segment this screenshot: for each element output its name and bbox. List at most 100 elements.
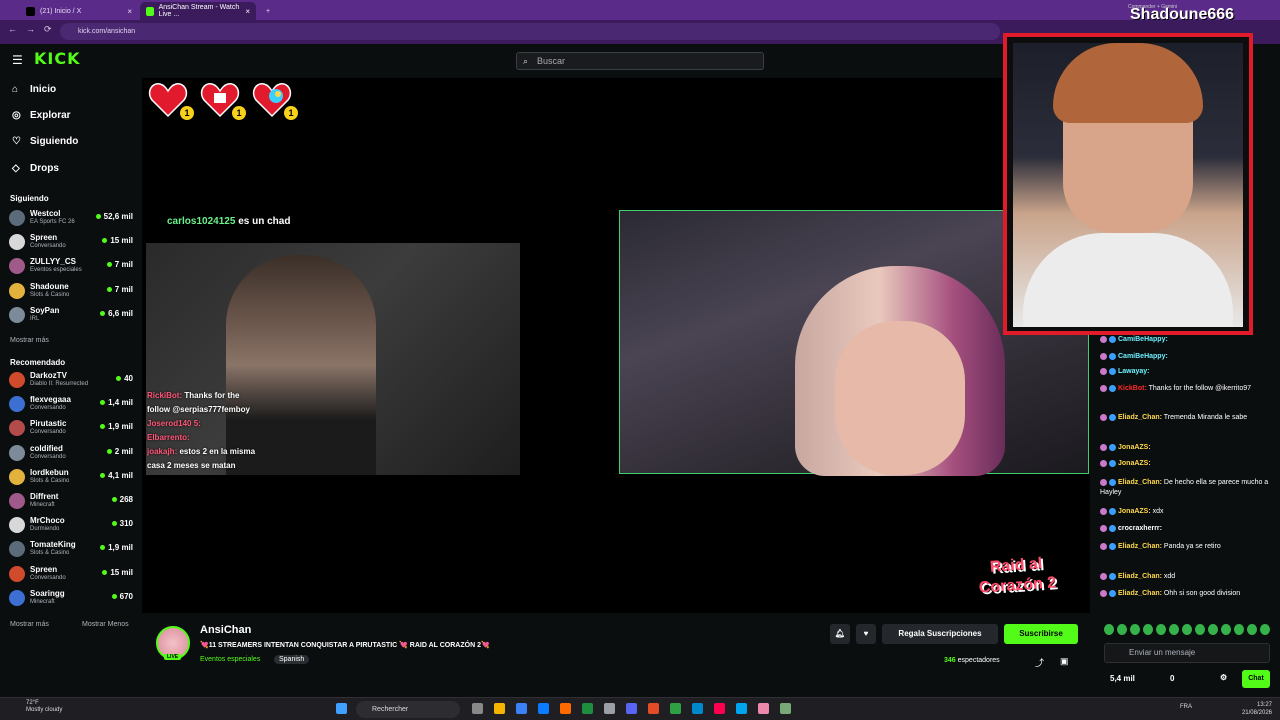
sidebar-channel[interactable]: MrChoco Durmiendo 310 bbox=[9, 515, 133, 537]
taskbar-app-icon[interactable] bbox=[648, 703, 659, 714]
emote-icon[interactable] bbox=[1117, 624, 1127, 635]
language-indicator[interactable]: FRA bbox=[1180, 704, 1192, 710]
chat-input[interactable]: Enviar un mensaje bbox=[1104, 643, 1270, 663]
emote-icon[interactable] bbox=[1143, 624, 1153, 635]
send-chat-button[interactable]: Chat bbox=[1242, 670, 1270, 688]
sidebar-channel[interactable]: Shadoune Slots & Casino 7 mil bbox=[9, 281, 133, 303]
sidebar-item-inicio[interactable]: ⌂ Inicio bbox=[12, 84, 56, 95]
taskbar-app-icon[interactable] bbox=[780, 703, 791, 714]
heart-follow-icon[interactable]: ♥ bbox=[856, 624, 876, 644]
chat-username[interactable]: CamiBeHappy: bbox=[1118, 353, 1168, 360]
gear-icon[interactable]: ⚙ bbox=[1220, 673, 1227, 682]
taskbar-search[interactable]: Rechercher bbox=[356, 701, 460, 718]
reload-button[interactable]: ⟳ bbox=[44, 24, 52, 35]
show-more-following[interactable]: Mostrar más bbox=[10, 337, 49, 344]
badge-icon bbox=[1100, 335, 1107, 343]
emote-icon[interactable] bbox=[1234, 624, 1244, 635]
chat-username[interactable]: JonaAZS: bbox=[1118, 460, 1151, 467]
search-icon: ⌕ bbox=[523, 56, 529, 66]
tab-x[interactable]: (21) Inicio / X × bbox=[20, 2, 138, 20]
sidebar-channel[interactable]: ZULLYY_CS Eventos especiales 7 mil bbox=[9, 256, 133, 278]
taskbar-app-icon[interactable] bbox=[472, 703, 483, 714]
badge-icon bbox=[1109, 413, 1116, 421]
taskbar-app-icon[interactable] bbox=[692, 703, 703, 714]
windows-start-icon[interactable] bbox=[336, 703, 347, 714]
chat-username[interactable]: Eliadz_Chan: bbox=[1118, 543, 1162, 550]
url-field[interactable]: kick.com/ansichan bbox=[60, 23, 1000, 40]
streamer-name[interactable]: AnsiChan bbox=[200, 624, 251, 636]
weather-widget[interactable]: 72°F Mostly cloudy bbox=[26, 700, 62, 714]
heart-rainbow-icon: 1 bbox=[252, 82, 298, 120]
chat-username[interactable]: Eliadz_Chan: bbox=[1118, 573, 1162, 580]
emote-icon[interactable] bbox=[1221, 624, 1231, 635]
chat-username[interactable]: JonaAZS: bbox=[1118, 508, 1151, 515]
emote-icon[interactable] bbox=[1247, 624, 1257, 635]
sidebar-channel[interactable]: Spreen Conversando 15 mil bbox=[9, 232, 133, 254]
search-input[interactable]: ⌕ Buscar bbox=[516, 52, 764, 70]
stream-category[interactable]: Eventos especiales bbox=[200, 656, 260, 663]
sidebar-channel[interactable]: Soaringg Minecraft 670 bbox=[9, 588, 133, 610]
chat-username[interactable]: crocraxherrr: bbox=[1118, 525, 1162, 532]
taskbar-app-icon[interactable] bbox=[516, 703, 527, 714]
new-tab-button[interactable]: + bbox=[260, 2, 274, 20]
emote-icon[interactable] bbox=[1104, 624, 1114, 635]
sidebar-channel[interactable]: Diffrent Minecraft 268 bbox=[9, 491, 133, 513]
show-less-recommended[interactable]: Mostrar Menos bbox=[82, 621, 129, 628]
sidebar-item-drops[interactable]: ◇ Drops bbox=[12, 163, 59, 174]
avatar bbox=[9, 258, 25, 275]
emote-icon[interactable] bbox=[1260, 624, 1270, 635]
emote-icon[interactable] bbox=[1156, 624, 1166, 635]
sidebar-channel[interactable]: TomateKing Slots & Casino 1,9 mil bbox=[9, 539, 133, 561]
chat-username[interactable]: CamiBeHappy: bbox=[1118, 336, 1168, 343]
taskbar-app-icon[interactable] bbox=[560, 703, 571, 714]
taskbar-app-icon[interactable] bbox=[736, 703, 747, 714]
taskbar-app-icon[interactable] bbox=[582, 703, 593, 714]
chat-username[interactable]: Eliadz_Chan: bbox=[1118, 414, 1162, 421]
sidebar-channel[interactable]: flexvegaaa Conversando 1,4 mil bbox=[9, 394, 133, 416]
taskbar-app-icon[interactable] bbox=[758, 703, 769, 714]
chat-username[interactable]: Lawayay: bbox=[1118, 368, 1150, 375]
emote-icon[interactable] bbox=[1182, 624, 1192, 635]
subscribe-button[interactable]: Suscribirse bbox=[1004, 624, 1078, 644]
chat-username[interactable]: JonaAZS: bbox=[1118, 444, 1151, 451]
taskbar-app-icon[interactable] bbox=[494, 703, 505, 714]
taskbar-app-icon[interactable] bbox=[538, 703, 549, 714]
emote-icon[interactable] bbox=[1208, 624, 1218, 635]
kick-logo[interactable]: KICK bbox=[34, 49, 81, 68]
clock[interactable]: 13:27 21/08/2026 bbox=[1242, 701, 1272, 717]
gift-subs-button[interactable]: Regala Suscripciones bbox=[882, 624, 998, 644]
lock-icon[interactable]: ▣ bbox=[1060, 656, 1069, 667]
points-stat[interactable]: 5,4 mil bbox=[1110, 674, 1135, 683]
emote-icon[interactable] bbox=[1195, 624, 1205, 635]
forward-button[interactable]: → bbox=[26, 24, 35, 34]
chat-username[interactable]: KickBot: bbox=[1118, 385, 1147, 392]
taskbar-app-icon[interactable] bbox=[714, 703, 725, 714]
emote-icon[interactable] bbox=[1130, 624, 1140, 635]
sidebar-channel[interactable]: Pirutastic Conversando 1,9 mil bbox=[9, 418, 133, 440]
sidebar-item-explorar[interactable]: ◎ Explorar bbox=[12, 110, 71, 121]
claim-stat[interactable]: 0 bbox=[1170, 674, 1174, 683]
sidebar-channel[interactable]: SoyPan IRL 6,6 mil bbox=[9, 305, 133, 327]
language-tag[interactable]: Spanish bbox=[274, 655, 310, 664]
taskbar-app-icon[interactable] bbox=[670, 703, 681, 714]
sidebar-channel[interactable]: Westcol EA Sports FC 26 52,6 mil bbox=[9, 208, 133, 230]
tab-kick[interactable]: AnsiChan Stream - Watch Live ... × bbox=[140, 2, 256, 20]
sidebar-channel[interactable]: Spreen Conversando 15 mil bbox=[9, 564, 133, 586]
back-button[interactable]: ← bbox=[8, 24, 17, 34]
emote-icon[interactable] bbox=[1169, 624, 1179, 635]
sidebar-channel[interactable]: DarkozTV Diablo II: Resurrected 40 bbox=[9, 370, 133, 392]
taskbar-app-icon[interactable] bbox=[604, 703, 615, 714]
close-icon[interactable]: × bbox=[245, 7, 250, 16]
sidebar-channel[interactable]: lordkebun Slots & Casino 4,1 mil bbox=[9, 467, 133, 489]
close-icon[interactable]: × bbox=[127, 7, 132, 16]
bell-icon[interactable]: 🔔︎ bbox=[830, 624, 850, 644]
sidebar-item-siguiendo[interactable]: ♡ Siguiendo bbox=[12, 136, 78, 147]
share-icon[interactable]: ⤴ bbox=[1035, 656, 1044, 669]
emote-bar[interactable] bbox=[1104, 624, 1270, 638]
taskbar-app-icon[interactable] bbox=[626, 703, 637, 714]
show-more-recommended[interactable]: Mostrar más bbox=[10, 621, 49, 628]
chat-username[interactable]: Eliadz_Chan: bbox=[1118, 590, 1162, 597]
menu-icon[interactable]: ☰ bbox=[12, 53, 23, 67]
sidebar-channel[interactable]: coldified Conversando 2 mil bbox=[9, 443, 133, 465]
chat-username[interactable]: Eliadz_Chan: bbox=[1118, 479, 1162, 486]
